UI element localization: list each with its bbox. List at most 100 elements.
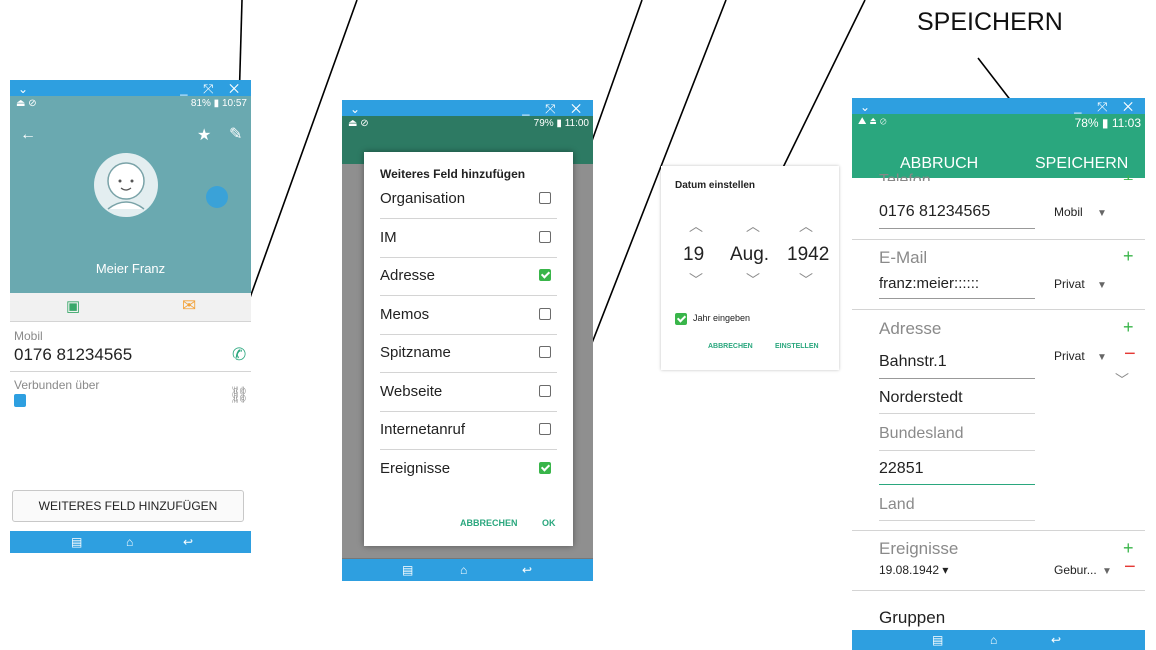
chevron-down-icon[interactable]: ⌄ [18,82,28,96]
window-bar: ⌄ _ ⤧ ✕ [342,100,593,116]
add-email-icon[interactable]: + [1123,246,1134,267]
phone-edit-contact: ⌄ _ ⤧ ✕ ⛰ ⏏ ⊘ 78% ▮ 11:03 ABBRUCH SPEICH… [852,98,1145,650]
remove-address-icon[interactable]: − [1124,343,1136,366]
underline [879,484,1035,485]
day-value[interactable]: 19 [683,244,704,266]
expand-address-chevron-icon[interactable]: ﹀ [1115,370,1129,390]
field-option-label: Spitzname [380,344,451,361]
field-option-checkbox[interactable] [539,269,551,281]
field-option-checkbox[interactable] [539,307,551,320]
avatar[interactable] [94,153,158,217]
window-controls[interactable]: _ ⤧ ✕ [1074,99,1139,115]
day-up-chevron-icon[interactable]: ︿ [689,216,703,236]
field-option-checkbox[interactable] [539,423,551,435]
chevron-down-icon[interactable]: ⌄ [350,102,360,116]
month-up-chevron-icon[interactable]: ︿ [746,216,760,236]
field-option-row[interactable]: IM [380,226,557,260]
email-type-select[interactable]: Privat [1054,277,1085,291]
home-icon[interactable]: ⌂ [460,563,467,577]
back-icon[interactable]: ↩ [1051,633,1061,647]
field-option-checkbox[interactable] [539,384,551,397]
field-option-row[interactable]: Organisation [380,187,557,221]
events-section-header: Ereignisse [879,539,959,558]
email-envelope-icon[interactable]: ✉ [182,296,196,316]
field-option-checkbox[interactable] [539,192,551,204]
field-option-label: Webseite [380,382,443,400]
call-icon[interactable]: ✆ [232,345,246,365]
field-option-checkbox[interactable] [539,346,551,358]
window-controls[interactable]: _ ⤧ ✕ [180,81,245,97]
window-bar: ⌄ _ ⤧ ✕ [852,98,1145,114]
status-icons: ⏏ ⊘ [348,118,369,129]
year-up-chevron-icon[interactable]: ︿ [799,216,813,236]
year-down-chevron-icon[interactable]: ﹀ [799,270,813,290]
field-option-checkbox[interactable] [539,461,551,474]
dialog-cancel-button[interactable]: ABBRECHEN [460,518,518,528]
add-phone-icon[interactable]: + [1123,170,1134,180]
field-option-row[interactable]: Ereignisse [380,457,557,491]
back-icon[interactable]: ↩ [183,535,193,549]
dialog-ok-button[interactable]: OK [542,518,556,528]
enter-year-checkbox[interactable] [675,313,687,325]
divider [852,530,1145,531]
groups-section-header: Gruppen [879,608,946,627]
edit-pencil-icon[interactable]: ✎ [229,124,242,144]
add-address-icon[interactable]: + [1123,317,1134,338]
street-field[interactable]: Bahnstr.1 [879,353,947,371]
month-down-chevron-icon[interactable]: ﹀ [746,270,760,290]
country-field[interactable]: Land [879,496,915,514]
remove-event-icon[interactable]: − [1124,556,1136,579]
date-dialog-title: Datum einstellen [675,180,756,191]
star-icon[interactable]: ★ [197,125,211,145]
field-option-row[interactable]: Adresse [380,264,557,298]
enter-year-label: Jahr eingeben [693,313,751,323]
event-type-select[interactable]: Gebur... [1054,563,1097,577]
link-chain-icon[interactable]: ⛓ [229,385,249,405]
year-value[interactable]: 1942 [787,244,829,266]
month-value[interactable]: Aug. [730,244,769,266]
back-icon[interactable]: ↩ [522,563,532,577]
recent-apps-icon[interactable]: ▤ [402,563,413,577]
state-field[interactable]: Bundesland [879,425,964,443]
zip-field[interactable]: 22851 [879,460,924,478]
linked-account-icon[interactable] [14,394,26,407]
chevron-down-icon[interactable]: ⌄ [860,100,870,114]
recent-apps-icon[interactable]: ▤ [932,633,943,647]
phone-number-field[interactable]: 0176 81234565 [879,203,990,221]
address-type-caret-icon[interactable]: ▼ [1097,352,1107,363]
date-cancel-button[interactable]: ABBRECHEN [708,343,753,350]
field-option-checkbox[interactable] [539,230,551,243]
camera-badge-icon[interactable] [206,186,228,208]
divider [380,333,557,335]
divider [380,218,557,219]
window-controls[interactable]: _ ⤧ ✕ [522,101,587,117]
day-down-chevron-icon[interactable]: ﹀ [689,270,703,290]
add-field-button[interactable]: WEITERES FELD HINZUFÜGEN [12,490,244,522]
save-button[interactable]: SPEICHERN [1035,155,1128,173]
email-type-caret-icon[interactable]: ▼ [1097,280,1107,291]
phone-number[interactable]: 0176 81234565 [14,345,132,365]
contacts-card-icon[interactable]: ▣ [66,297,80,315]
home-icon[interactable]: ⌂ [126,535,133,549]
field-option-row[interactable]: Internetanruf [380,418,557,452]
date-set-button[interactable]: EINSTELLEN [775,343,819,350]
phone-type-select[interactable]: Mobil [1054,205,1083,219]
recent-apps-icon[interactable]: ▤ [71,535,82,549]
field-option-row[interactable]: Spitzname [380,341,557,375]
status-right: 78% ▮ 11:03 [1074,116,1141,130]
nav-bar: ▤ ⌂ ↩ [10,531,251,553]
action-row: ▣ ✉ [10,293,251,321]
field-option-row[interactable]: Webseite [380,380,557,414]
phone-type-caret-icon[interactable]: ▼ [1097,208,1107,219]
home-icon[interactable]: ⌂ [990,633,997,647]
field-option-row[interactable]: Memos [380,303,557,337]
city-field[interactable]: Norderstedt [879,389,963,407]
cancel-button[interactable]: ABBRUCH [900,155,978,173]
divider [852,239,1145,240]
back-arrow-icon[interactable]: ← [20,126,36,144]
address-type-select[interactable]: Privat [1054,349,1085,363]
event-type-caret-icon[interactable]: ▼ [1102,566,1112,577]
email-section-header: E-Mail [879,248,928,267]
event-date-field[interactable]: 19.08.1942 ▾ [879,563,948,577]
email-field[interactable]: franz:meier:::::: [879,275,979,292]
